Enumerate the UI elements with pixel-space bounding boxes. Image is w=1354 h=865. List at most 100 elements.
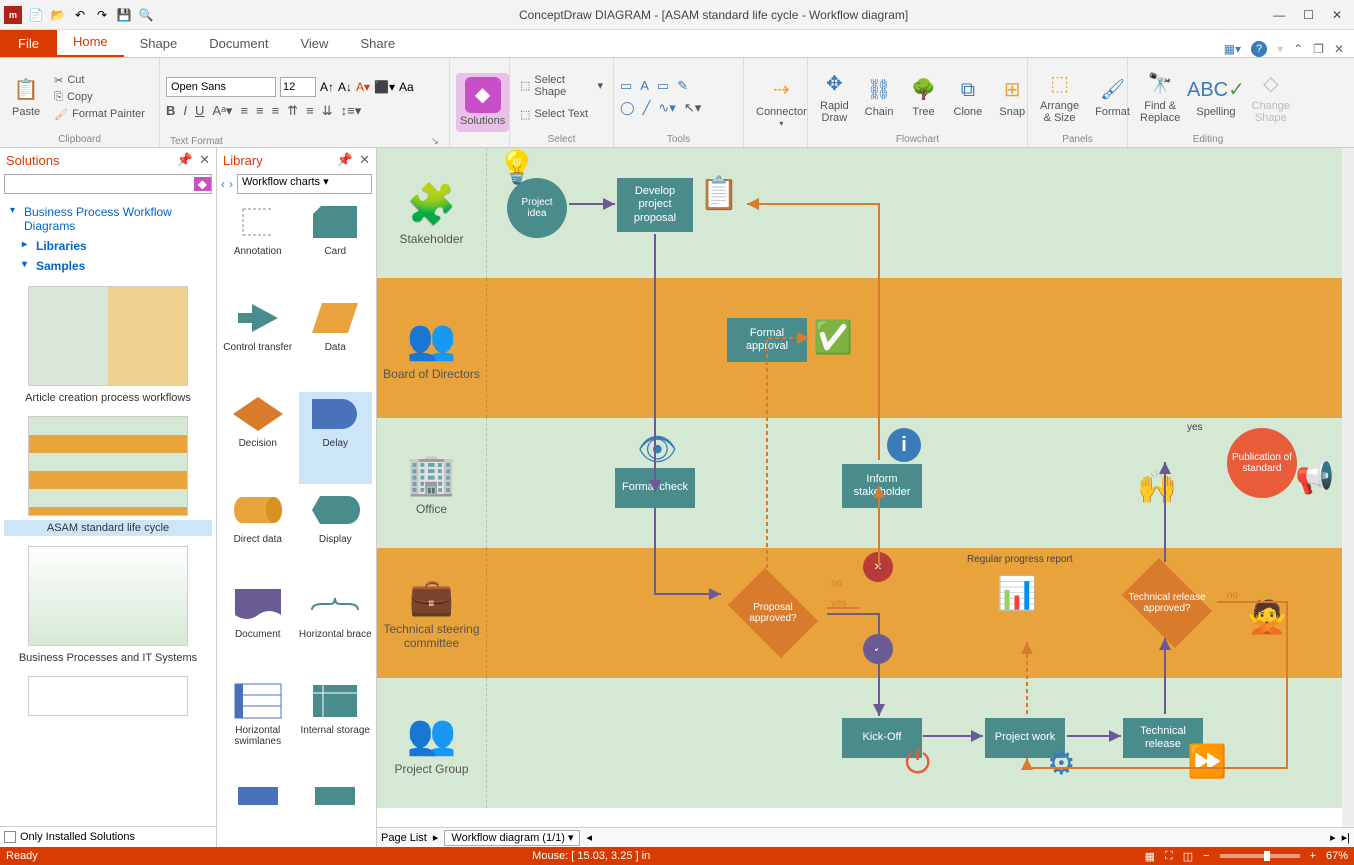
close-panel-icon[interactable]: ✕ — [359, 152, 370, 168]
scroll-right-icon[interactable]: ▸ — [1330, 831, 1336, 844]
tab-share[interactable]: Share — [344, 30, 411, 57]
align-left-icon[interactable]: ≡ — [240, 103, 248, 119]
tree-libraries[interactable]: Libraries — [22, 236, 206, 256]
font-color-icon[interactable]: A▾ — [356, 80, 370, 94]
lib-hbrace[interactable]: Horizontal brace — [299, 583, 373, 675]
lib-prev-icon[interactable]: ‹ — [221, 177, 225, 191]
copy-button[interactable]: ⎘Copy — [50, 90, 149, 105]
vertical-scrollbar[interactable] — [1342, 148, 1354, 827]
valign-mid-icon[interactable]: ≡ — [306, 103, 314, 119]
zoom-level[interactable]: 67% — [1326, 850, 1348, 862]
help-icon[interactable]: ? — [1251, 41, 1267, 57]
preview-icon[interactable]: 🔍 — [138, 7, 154, 23]
dialog-launcher-icon[interactable]: ↘ — [431, 136, 439, 147]
page-select[interactable]: Workflow diagram (1/1) ▾ — [444, 830, 580, 846]
scroll-left-icon[interactable]: ◂ — [586, 831, 592, 844]
select-text-button[interactable]: ⬚Select Text — [516, 107, 607, 122]
lib-annotation[interactable]: Annotation — [221, 200, 295, 292]
bold-button[interactable]: B — [166, 103, 175, 119]
tab-home[interactable]: Home — [57, 28, 124, 57]
find-replace-button[interactable]: 🔭Find & Replace — [1134, 68, 1186, 126]
tree-button[interactable]: 🌳Tree — [904, 74, 944, 120]
restore-window-icon[interactable]: ❐ — [1313, 42, 1324, 56]
italic-button[interactable]: I — [183, 103, 187, 119]
lib-display[interactable]: Display — [299, 488, 373, 580]
lib-control[interactable]: Control transfer — [221, 296, 295, 388]
node-develop[interactable]: Develop project proposal — [617, 178, 693, 232]
only-installed-checkbox[interactable] — [4, 831, 16, 843]
clear-format-icon[interactable]: Aa — [399, 80, 414, 94]
chain-button[interactable]: ⛓Chain — [859, 74, 900, 120]
pointer-tool-icon[interactable]: ↖▾ — [684, 100, 701, 116]
lib-istore[interactable]: Internal storage — [299, 679, 373, 782]
lib-more1[interactable] — [221, 786, 295, 843]
connector-button[interactable]: ⇢Connector▾ — [750, 74, 813, 131]
callout-tool-icon[interactable]: ▭ — [657, 78, 669, 94]
valign-bot-icon[interactable]: ⇊ — [322, 103, 333, 119]
tab-document[interactable]: Document — [193, 30, 284, 57]
lib-data[interactable]: Data — [299, 296, 373, 388]
undo-icon[interactable]: ↶ — [72, 7, 88, 23]
font-more-icon[interactable]: Aᵃ▾ — [212, 103, 232, 119]
node-trel-approved[interactable]: Technical release approved? — [1117, 568, 1217, 638]
tab-view[interactable]: View — [284, 30, 344, 57]
pin-icon[interactable]: 📌 — [337, 152, 353, 168]
zoom-in-icon[interactable]: + — [1310, 850, 1316, 862]
close-button[interactable]: ✕ — [1332, 8, 1342, 22]
lib-delay[interactable]: Delay — [299, 392, 373, 484]
node-formal-approval[interactable]: Formal approval — [727, 318, 807, 362]
close-doc-icon[interactable]: ✕ — [1334, 42, 1344, 56]
lib-next-icon[interactable]: › — [229, 177, 233, 191]
shrink-font-icon[interactable]: A↓ — [338, 80, 352, 94]
open-icon[interactable]: 📂 — [50, 7, 66, 23]
tree-business-process[interactable]: Business Process Workflow Diagrams — [10, 202, 206, 236]
lib-document[interactable]: Document — [221, 583, 295, 675]
paste-button[interactable]: 📋Paste — [6, 74, 46, 120]
rect-tool-icon[interactable]: ▭ — [620, 78, 632, 94]
node-formal-check[interactable]: Formal check — [615, 468, 695, 508]
tree-samples[interactable]: Samples — [22, 256, 206, 276]
clone-button[interactable]: ⧉Clone — [948, 74, 989, 120]
pen-tool-icon[interactable]: ✎ — [677, 78, 688, 94]
node-publication[interactable]: Publication of standard — [1227, 428, 1297, 498]
ellipse-tool-icon[interactable]: ◯ — [620, 100, 635, 116]
lib-hswim[interactable]: Horizontal swimlanes — [221, 679, 295, 782]
lib-decision[interactable]: Decision — [221, 392, 295, 484]
rapid-draw-button[interactable]: ✥Rapid Draw — [814, 68, 855, 126]
spelling-button[interactable]: ABC✓Spelling — [1190, 74, 1241, 120]
tab-shape[interactable]: Shape — [124, 30, 194, 57]
select-shape-button[interactable]: ⬚Select Shape ▾ — [516, 73, 607, 99]
zoom-slider[interactable] — [1220, 854, 1300, 858]
sample-article-creation[interactable]: Article creation process workflows — [4, 286, 212, 406]
node-inform[interactable]: Inform stakeholder — [842, 464, 922, 508]
snap-button[interactable]: ⊞Snap — [992, 74, 1032, 120]
close-panel-icon[interactable]: ✕ — [199, 152, 210, 168]
format-painter-button[interactable]: 🖌Format Painter — [50, 107, 149, 122]
font-select[interactable] — [166, 77, 276, 97]
underline-button[interactable]: U — [195, 103, 204, 119]
collapse-ribbon-icon[interactable]: ⌃ — [1293, 42, 1303, 56]
solutions-search[interactable]: ◆ — [4, 174, 212, 194]
save-icon[interactable]: 💾 — [116, 7, 132, 23]
grow-font-icon[interactable]: A↑ — [320, 80, 334, 94]
maximize-button[interactable]: ☐ — [1303, 8, 1314, 22]
zoom-out-icon[interactable]: − — [1203, 850, 1209, 862]
node-proposal-approved[interactable]: Proposal approved? — [723, 578, 823, 648]
lib-more2[interactable] — [299, 786, 373, 843]
sample-asam[interactable]: ASAM standard life cycle — [4, 416, 212, 536]
sample-more[interactable] — [4, 676, 212, 716]
pin-icon[interactable]: 📌 — [177, 152, 193, 168]
scroll-end-icon[interactable]: ▸| — [1342, 831, 1350, 844]
font-size-select[interactable] — [280, 77, 316, 97]
sample-bp-it[interactable]: Business Processes and IT Systems — [4, 546, 212, 666]
valign-top-icon[interactable]: ⇈ — [287, 103, 298, 119]
diagram-canvas[interactable]: 🧩Stakeholder Project idea 💡 Develop proj… — [377, 148, 1354, 827]
line-tool-icon[interactable]: ╱ — [643, 100, 651, 116]
panels-icon[interactable]: ▦▾ — [1224, 42, 1241, 56]
align-center-icon[interactable]: ≡ — [256, 103, 264, 119]
redo-icon[interactable]: ↷ — [94, 7, 110, 23]
solutions-button[interactable]: ◆Solutions — [456, 73, 509, 131]
new-icon[interactable]: 📄 — [28, 7, 44, 23]
lib-card[interactable]: Card — [299, 200, 373, 292]
align-right-icon[interactable]: ≡ — [272, 103, 280, 119]
